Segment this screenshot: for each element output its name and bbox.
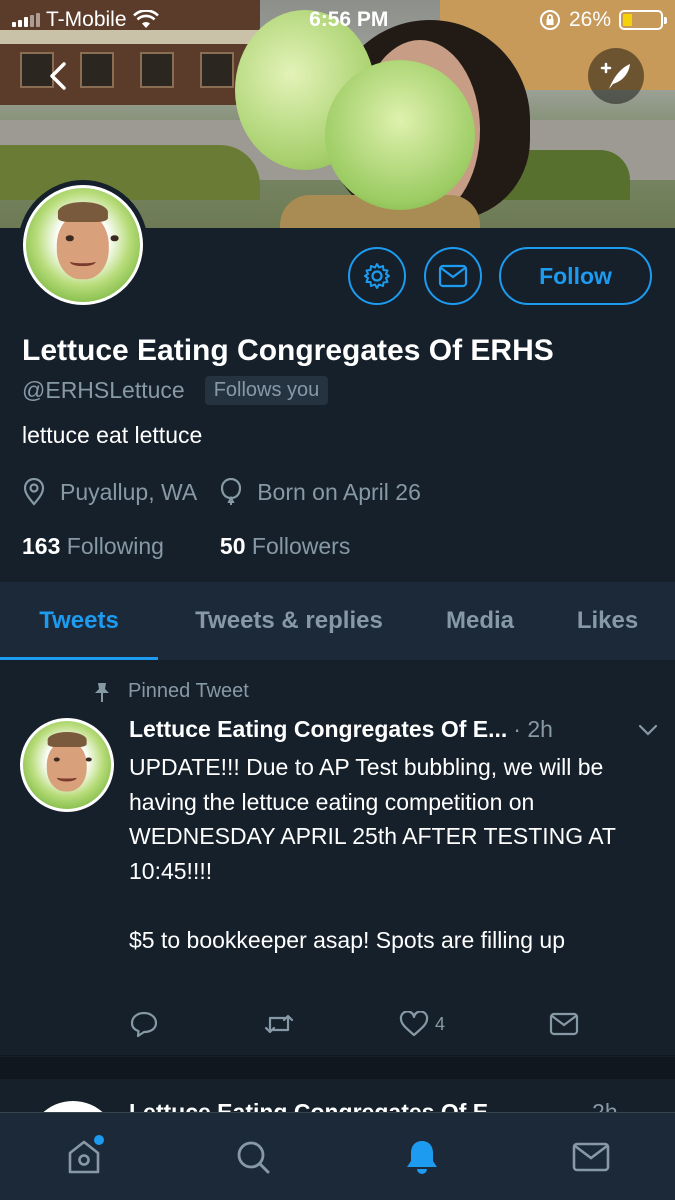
banner-hedge: [0, 145, 260, 200]
bottom-navigation: [0, 1112, 675, 1200]
tweet-avatar[interactable]: [20, 718, 114, 812]
envelope-icon: [438, 264, 468, 288]
chevron-down-icon[interactable]: [637, 723, 659, 737]
nav-search[interactable]: [223, 1127, 283, 1187]
nav-home[interactable]: [54, 1127, 114, 1187]
avatar-image: [26, 188, 140, 302]
messages-icon: [572, 1142, 609, 1171]
profile-avatar[interactable]: [18, 180, 148, 310]
search-icon: [237, 1141, 270, 1173]
tweet-author[interactable]: Lettuce Eating Congregates Of E...: [129, 716, 507, 743]
tab-tweets-and-replies[interactable]: Tweets & replies: [158, 582, 420, 660]
follows-you-badge: Follows you: [204, 376, 329, 405]
notifications-icon: [406, 1140, 437, 1174]
pinned-label: Pinned Tweet: [128, 680, 249, 702]
banner-window: [140, 52, 174, 88]
pinned-tweet[interactable]: Pinned Tweet Lettuce Eating Congregates …: [0, 660, 675, 1056]
signal-icon: [12, 13, 40, 27]
wifi-icon: [132, 10, 159, 28]
profile-handle: @ERHSLettuce: [22, 377, 185, 403]
heart-icon: [399, 1011, 429, 1037]
nav-notifications[interactable]: [392, 1127, 452, 1187]
new-content-dot: [94, 1134, 105, 1145]
like-count: 4: [434, 1013, 445, 1034]
retweet-icon: [264, 1014, 294, 1034]
like-button[interactable]: 4: [399, 1011, 445, 1037]
compose-tweet-icon: [600, 62, 630, 89]
tweet-header: Lettuce Eating Congregates Of E... · 2h: [129, 716, 659, 743]
tweet-separator: [0, 1057, 675, 1079]
pinned-indicator: Pinned Tweet: [92, 680, 249, 703]
status-bar: T-Mobile 6:56 PM 26%: [0, 0, 675, 40]
pin-icon: [95, 682, 109, 702]
compose-tweet-button[interactable]: [588, 48, 644, 104]
nav-messages[interactable]: [561, 1127, 621, 1187]
tab-likes[interactable]: Likes: [540, 582, 675, 660]
tweet-actions: 4: [129, 1010, 579, 1038]
location-label: Puyallup, WA: [60, 478, 198, 505]
location: Puyallup, WA: [22, 478, 197, 506]
following-count: 163: [22, 533, 61, 559]
retweet-button[interactable]: [263, 1011, 295, 1037]
back-button[interactable]: [38, 56, 78, 96]
tweet-time: · 2h: [513, 716, 553, 742]
chevron-left-icon: [50, 62, 66, 90]
followers-count: 50: [219, 533, 246, 559]
birthday: Born on April 26: [219, 478, 421, 506]
handle-row: @ERHSLettuce Follows you: [22, 376, 329, 405]
battery-percent: 26%: [568, 8, 611, 31]
settings-button[interactable]: [348, 247, 406, 305]
reply-button[interactable]: [129, 1010, 159, 1038]
envelope-icon: [549, 1012, 579, 1036]
banner-window: [80, 52, 114, 88]
following-stat[interactable]: 163 Following: [22, 533, 164, 560]
banner-lettuce: [325, 60, 475, 210]
location-pin-icon: [23, 478, 45, 506]
battery-icon: [619, 10, 667, 30]
following-label: Following: [66, 533, 164, 559]
tab-tweets[interactable]: Tweets: [0, 582, 158, 660]
profile-name: Lettuce Eating Congregates Of ERHS: [22, 334, 554, 367]
gear-icon: [364, 263, 390, 289]
balloon-icon: [221, 478, 242, 505]
followers-stat[interactable]: 50 Followers: [220, 533, 350, 560]
birthday-label: Born on April 26: [257, 478, 421, 505]
message-button[interactable]: [424, 247, 482, 305]
reply-icon: [130, 1011, 158, 1038]
profile-bio: lettuce eat lettuce: [22, 422, 203, 448]
orientation-lock-icon: [539, 10, 560, 30]
followers-label: Followers: [251, 533, 351, 559]
banner-window: [200, 52, 234, 88]
tweet-text: UPDATE!!! Due to AP Test bubbling, we wi…: [129, 754, 616, 953]
follow-stats: 163 Following 50 Followers: [22, 533, 350, 560]
tab-media[interactable]: Media: [420, 582, 540, 660]
avatar-image: [23, 721, 111, 809]
profile-tabs: Tweets Tweets & replies Media Likes: [0, 582, 675, 660]
status-time: 6:56 PM: [309, 8, 389, 31]
profile-meta: Puyallup, WA Born on April 26: [22, 478, 421, 506]
direct-message-button[interactable]: [549, 1012, 579, 1036]
carrier-label: T-Mobile: [46, 8, 127, 31]
follow-button[interactable]: Follow: [499, 247, 652, 305]
